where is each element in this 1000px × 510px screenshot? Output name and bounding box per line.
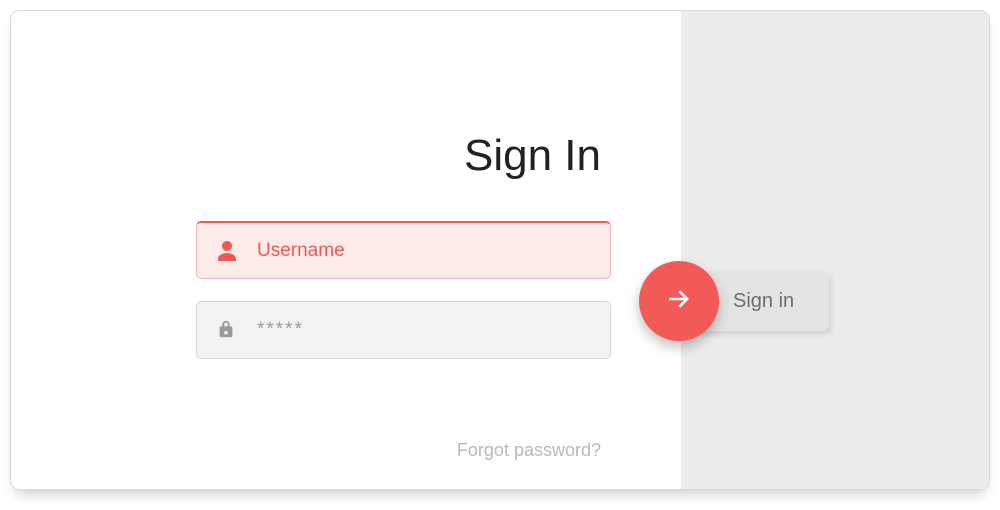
forgot-password-link[interactable]: Forgot password? (457, 440, 601, 461)
form-panel: Sign In Forgot password? (11, 11, 681, 489)
page-title: Sign In (464, 131, 601, 181)
lock-icon (215, 318, 239, 342)
arrow-right-icon (664, 284, 694, 319)
signin-label: Sign in (733, 290, 794, 313)
side-panel: Sign in (681, 11, 989, 489)
signin-button[interactable] (639, 261, 719, 341)
signin-card: Sign In Forgot password? (10, 10, 990, 490)
username-input[interactable] (257, 240, 592, 262)
fields-container (196, 221, 611, 381)
password-field-wrap (196, 301, 611, 359)
user-icon (215, 239, 239, 263)
signin-control: Sign in (639, 261, 829, 341)
username-field-wrap (196, 221, 611, 279)
password-input[interactable] (257, 319, 592, 341)
